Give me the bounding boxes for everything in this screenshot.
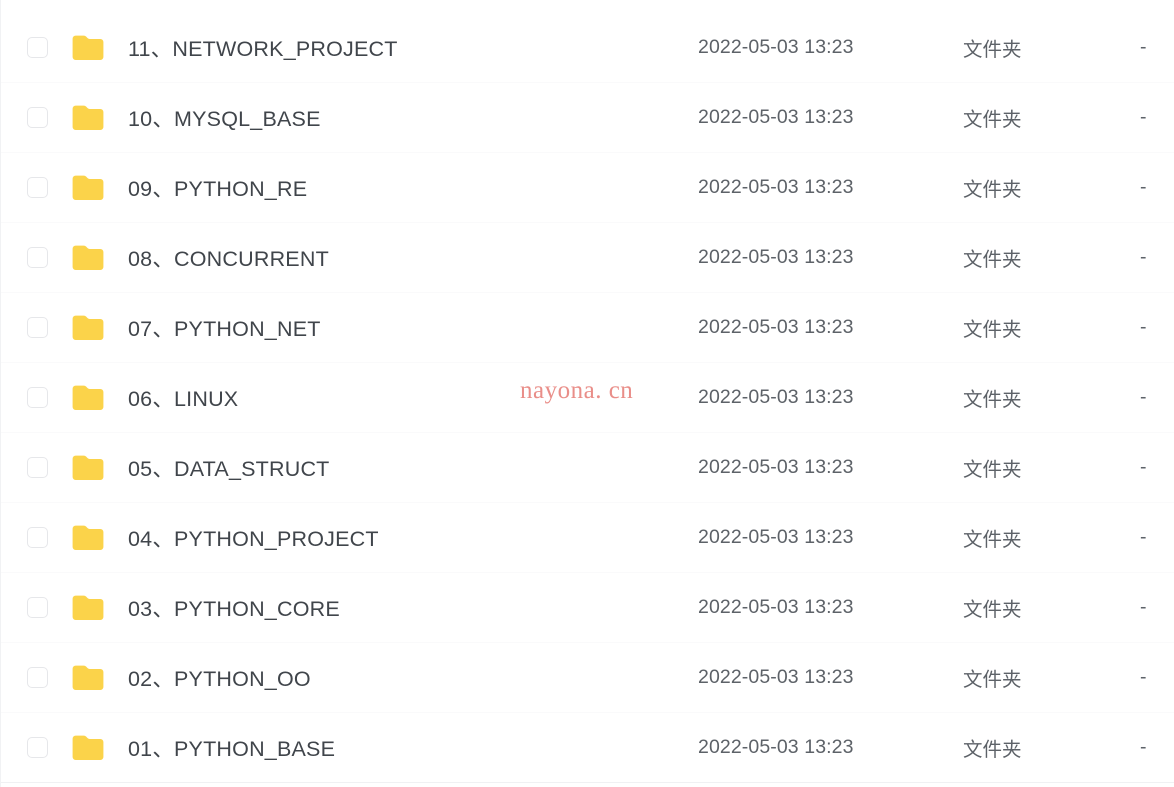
row-select-checkbox[interactable] <box>27 457 48 478</box>
table-row[interactable]: 02、PYTHON_OO 2022-05-03 13:23 文件夹 - <box>1 643 1174 713</box>
file-size-label: - <box>1140 596 1147 618</box>
row-select-checkbox[interactable] <box>27 667 48 688</box>
file-type-label: 文件夹 <box>963 109 1022 131</box>
folder-icon <box>72 245 104 270</box>
file-list: 11、NETWORK_PROJECT 2022-05-03 13:23 文件夹 … <box>1 13 1174 783</box>
file-size-label: - <box>1140 736 1147 758</box>
file-type-label: 文件夹 <box>963 529 1022 551</box>
file-size-label: - <box>1140 666 1147 688</box>
table-row[interactable]: 03、PYTHON_CORE 2022-05-03 13:23 文件夹 - <box>1 573 1174 643</box>
file-size-label: - <box>1140 456 1147 478</box>
file-size-label: - <box>1140 176 1147 198</box>
file-type-label: 文件夹 <box>963 179 1022 201</box>
row-select-checkbox[interactable] <box>27 387 48 408</box>
table-row[interactable]: 01、PYTHON_BASE 2022-05-03 13:23 文件夹 - <box>1 713 1174 783</box>
file-type-label: 文件夹 <box>963 459 1022 481</box>
row-select-checkbox[interactable] <box>27 37 48 58</box>
row-select-checkbox[interactable] <box>27 597 48 618</box>
table-row[interactable]: 10、MYSQL_BASE 2022-05-03 13:23 文件夹 - <box>1 83 1174 153</box>
row-select-checkbox[interactable] <box>27 527 48 548</box>
file-name-label: 02、PYTHON_OO <box>128 667 311 691</box>
table-row[interactable]: 08、CONCURRENT 2022-05-03 13:23 文件夹 - <box>1 223 1174 293</box>
folder-icon <box>72 665 104 690</box>
file-size-label: - <box>1140 106 1147 128</box>
folder-icon <box>72 455 104 480</box>
table-row[interactable]: 05、DATA_STRUCT 2022-05-03 13:23 文件夹 - <box>1 433 1174 503</box>
file-size-label: - <box>1140 316 1147 338</box>
file-size-label: - <box>1140 526 1147 548</box>
file-modified-date: 2022-05-03 13:23 <box>698 316 854 338</box>
file-type-label: 文件夹 <box>963 249 1022 271</box>
file-modified-date: 2022-05-03 13:23 <box>698 526 854 548</box>
file-type-label: 文件夹 <box>963 599 1022 621</box>
file-name-label: 10、MYSQL_BASE <box>128 107 321 131</box>
file-size-label: - <box>1140 36 1147 58</box>
file-name-label: 05、DATA_STRUCT <box>128 457 330 481</box>
file-name-label: 01、PYTHON_BASE <box>128 737 336 761</box>
file-size-label: - <box>1140 386 1147 408</box>
folder-icon <box>72 35 104 60</box>
table-row[interactable]: 04、PYTHON_PROJECT 2022-05-03 13:23 文件夹 - <box>1 503 1174 573</box>
folder-icon <box>72 525 104 550</box>
row-select-checkbox[interactable] <box>27 247 48 268</box>
file-type-label: 文件夹 <box>963 739 1022 761</box>
file-size-label: - <box>1140 246 1147 268</box>
folder-icon <box>72 105 104 130</box>
file-modified-date: 2022-05-03 13:23 <box>698 386 854 408</box>
folder-icon <box>72 385 104 410</box>
file-type-label: 文件夹 <box>963 669 1022 691</box>
table-row[interactable]: 07、PYTHON_NET 2022-05-03 13:23 文件夹 - <box>1 293 1174 363</box>
file-modified-date: 2022-05-03 13:23 <box>698 36 854 58</box>
row-select-checkbox[interactable] <box>27 737 48 758</box>
file-name-label: 04、PYTHON_PROJECT <box>128 527 379 551</box>
folder-icon <box>72 175 104 200</box>
row-select-checkbox[interactable] <box>27 107 48 128</box>
row-select-checkbox[interactable] <box>27 177 48 198</box>
table-row[interactable]: 11、NETWORK_PROJECT 2022-05-03 13:23 文件夹 … <box>1 13 1174 83</box>
file-modified-date: 2022-05-03 13:23 <box>698 176 854 198</box>
file-name-label: 03、PYTHON_CORE <box>128 597 340 621</box>
file-modified-date: 2022-05-03 13:23 <box>698 666 854 688</box>
file-modified-date: 2022-05-03 13:23 <box>698 246 854 268</box>
file-browser-panel: 11、NETWORK_PROJECT 2022-05-03 13:23 文件夹 … <box>0 0 1174 787</box>
file-name-label: 11、NETWORK_PROJECT <box>128 37 398 61</box>
file-type-label: 文件夹 <box>963 389 1022 411</box>
folder-icon <box>72 315 104 340</box>
file-modified-date: 2022-05-03 13:23 <box>698 106 854 128</box>
file-modified-date: 2022-05-03 13:23 <box>698 736 854 758</box>
row-select-checkbox[interactable] <box>27 317 48 338</box>
file-name-label: 06、LINUX <box>128 387 239 411</box>
file-modified-date: 2022-05-03 13:23 <box>698 596 854 618</box>
file-name-label: 07、PYTHON_NET <box>128 317 321 341</box>
table-row[interactable]: 06、LINUX 2022-05-03 13:23 文件夹 - <box>1 363 1174 433</box>
table-row[interactable]: 09、PYTHON_RE 2022-05-03 13:23 文件夹 - <box>1 153 1174 223</box>
file-name-label: 08、CONCURRENT <box>128 247 329 271</box>
folder-icon <box>72 735 104 760</box>
file-type-label: 文件夹 <box>963 39 1022 61</box>
file-name-label: 09、PYTHON_RE <box>128 177 308 201</box>
folder-icon <box>72 595 104 620</box>
file-type-label: 文件夹 <box>963 319 1022 341</box>
file-modified-date: 2022-05-03 13:23 <box>698 456 854 478</box>
